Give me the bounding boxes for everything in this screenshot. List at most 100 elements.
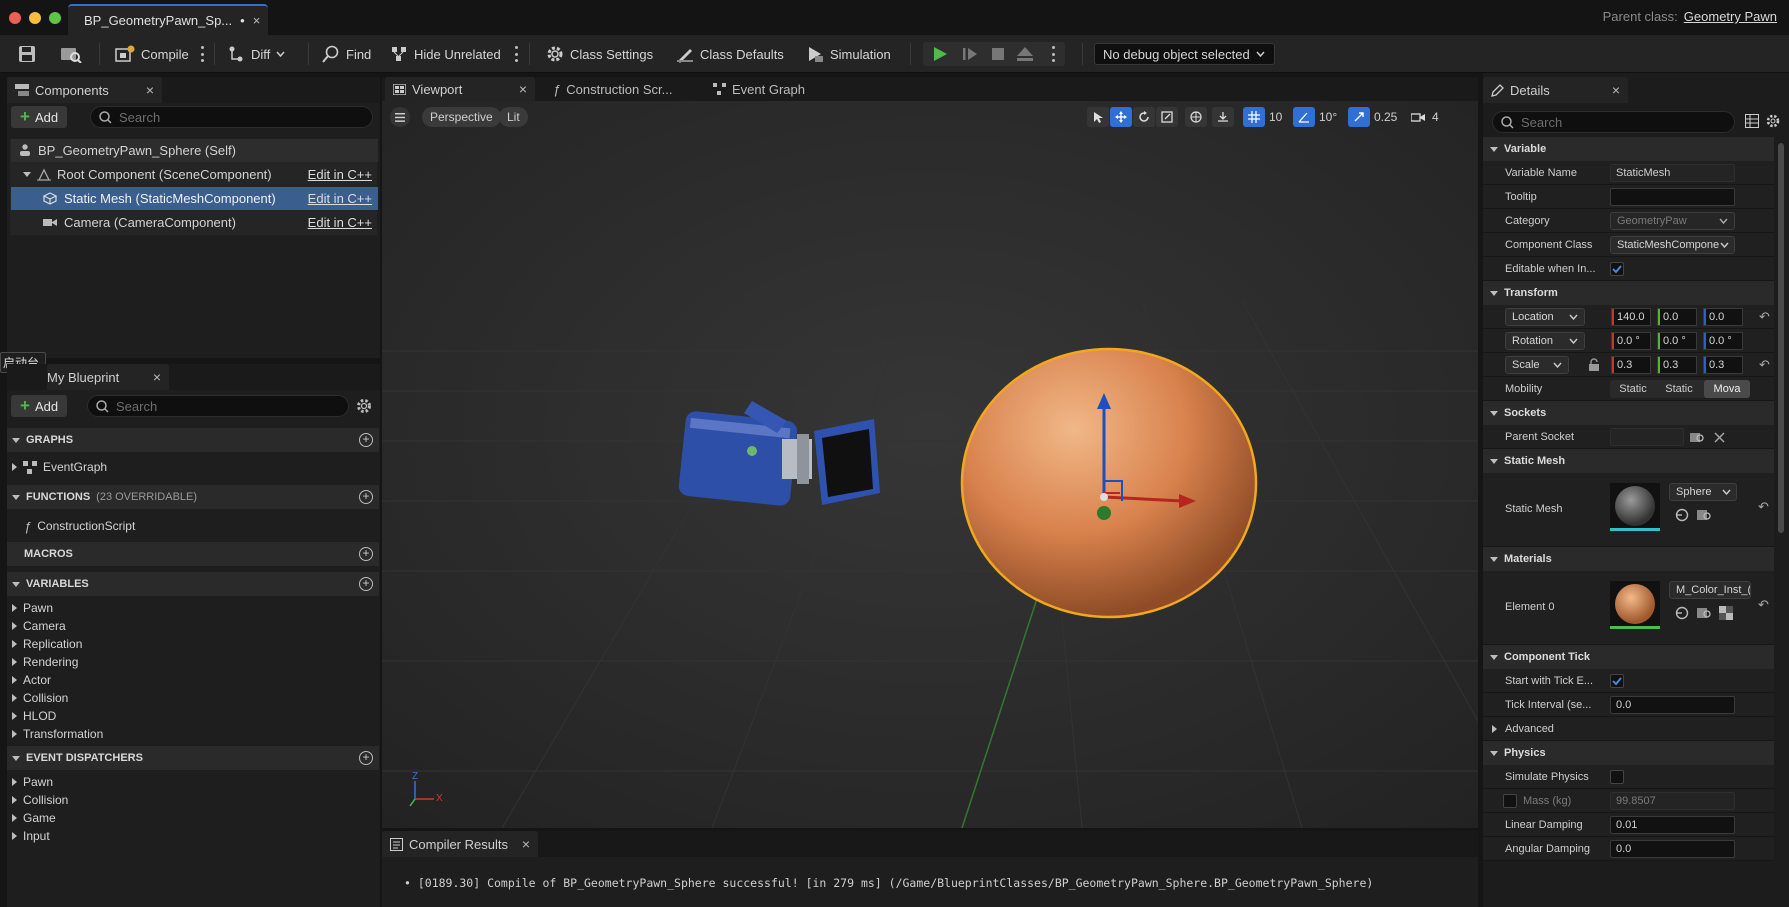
location-z-input[interactable]: 0.0	[1703, 308, 1743, 326]
scale-z-input[interactable]: 0.3	[1703, 356, 1743, 374]
add-macro-icon[interactable]: +	[359, 547, 373, 561]
static-mesh-thumbnail[interactable]	[1610, 483, 1660, 531]
function-item-constructionscript[interactable]: ƒ ConstructionScript	[24, 517, 135, 535]
close-icon[interactable]: ×	[519, 81, 527, 97]
advanced-row[interactable]: Advanced	[1483, 717, 1774, 741]
tab-my-blueprint[interactable]: My Blueprint ×	[47, 364, 169, 390]
reset-arrow-icon[interactable]: ↶	[1758, 597, 1769, 613]
dispatcher-category[interactable]: Input	[12, 827, 50, 845]
asset-tab[interactable]: BP_GeometryPawn_Sp... • ×	[68, 4, 268, 35]
class-defaults-button[interactable]: Class Defaults	[676, 42, 784, 66]
editable-checkbox[interactable]	[1610, 262, 1624, 276]
browse-button[interactable]	[60, 42, 82, 66]
maximize-window-button[interactable]	[49, 12, 61, 24]
macros-section-header[interactable]: MACROS +	[7, 542, 379, 566]
scale-x-input[interactable]: 0.3	[1611, 356, 1651, 374]
start-tick-checkbox[interactable]	[1610, 674, 1624, 688]
expand-arrow-icon[interactable]	[12, 463, 17, 471]
static-mesh-section-header[interactable]: Static Mesh	[1483, 449, 1774, 473]
close-icon[interactable]: ×	[146, 82, 154, 98]
variable-category[interactable]: Actor	[12, 671, 51, 689]
add-function-icon[interactable]: +	[359, 490, 373, 504]
checker-icon[interactable]	[1719, 606, 1733, 620]
scale-mode-dropdown[interactable]: Scale	[1505, 356, 1569, 374]
add-component-button[interactable]: + Add	[11, 106, 68, 128]
add-graph-icon[interactable]: +	[359, 433, 373, 447]
find-button[interactable]: Find	[322, 42, 371, 66]
component-self-row[interactable]: BP_GeometryPawn_Sphere (Self)	[11, 139, 378, 162]
linear-damping-input[interactable]: 0.01	[1610, 816, 1735, 834]
variable-category[interactable]: Pawn	[12, 599, 53, 617]
tab-construction-script[interactable]: ƒ Construction Scr...	[545, 77, 680, 101]
gear-icon[interactable]	[356, 398, 372, 414]
edit-in-cpp-link[interactable]: Edit in C++	[308, 215, 372, 230]
play-button[interactable]	[931, 42, 949, 66]
expand-arrow-icon[interactable]	[12, 694, 17, 702]
transform-section-header[interactable]: Transform	[1483, 281, 1774, 305]
physics-section-header[interactable]: Physics	[1483, 741, 1774, 765]
expand-arrow-icon[interactable]	[12, 622, 17, 630]
mass-input[interactable]: 99.8507	[1610, 792, 1735, 810]
variable-category[interactable]: Collision	[12, 689, 68, 707]
rotation-y-input[interactable]: 0.0 °	[1657, 332, 1697, 350]
reset-arrow-icon[interactable]: ↶	[1759, 309, 1770, 325]
material-dropdown[interactable]: M_Color_Inst_(	[1669, 581, 1751, 599]
add-member-button[interactable]: + Add	[11, 395, 68, 417]
expand-arrow-icon[interactable]	[12, 778, 17, 786]
translate-mode-button[interactable]	[1110, 107, 1132, 127]
select-mode-button[interactable]	[1087, 107, 1109, 127]
variable-section-header[interactable]: Variable	[1483, 137, 1774, 161]
reset-arrow-icon[interactable]: ↶	[1759, 357, 1770, 373]
category-dropdown[interactable]: GeometryPaw	[1610, 212, 1735, 230]
expand-arrow-icon[interactable]	[12, 604, 17, 612]
scale-y-input[interactable]: 0.3	[1657, 356, 1697, 374]
location-mode-dropdown[interactable]: Location	[1505, 308, 1585, 326]
gear-icon[interactable]	[1766, 114, 1780, 128]
simulation-button[interactable]: Simulation	[806, 42, 891, 66]
components-search-input[interactable]: Search	[90, 106, 373, 128]
expand-arrow-icon[interactable]	[12, 658, 17, 666]
stop-button[interactable]	[989, 42, 1007, 66]
dispatchers-section-header[interactable]: EVENT DISPATCHERS +	[7, 746, 379, 770]
variable-category[interactable]: Replication	[12, 635, 82, 653]
tab-event-graph[interactable]: Event Graph	[705, 77, 813, 101]
hide-unrelated-options-icon[interactable]	[514, 46, 518, 62]
variable-category[interactable]: Transformation	[12, 725, 103, 743]
eject-button[interactable]	[1016, 42, 1034, 66]
expand-arrow-icon[interactable]	[12, 640, 17, 648]
edit-in-cpp-link[interactable]: Edit in C++	[308, 191, 372, 206]
angular-damping-input[interactable]: 0.0	[1610, 840, 1735, 858]
mobility-movable-option[interactable]: Mova	[1704, 380, 1750, 398]
expand-arrow-icon[interactable]	[12, 676, 17, 684]
tick-section-header[interactable]: Component Tick	[1483, 645, 1774, 669]
browse-folder-icon[interactable]	[1690, 431, 1704, 443]
dispatcher-category[interactable]: Game	[12, 809, 56, 827]
dispatcher-category[interactable]: Pawn	[12, 773, 53, 791]
compile-button[interactable]: Compile	[115, 42, 189, 66]
compile-options-icon[interactable]	[200, 46, 204, 62]
variables-section-header[interactable]: VARIABLES +	[7, 572, 379, 596]
my-blueprint-search-input[interactable]: Search	[87, 395, 349, 417]
functions-section-header[interactable]: FUNCTIONS (23 OVERRIDABLE) +	[7, 485, 379, 509]
simulate-physics-checkbox[interactable]	[1610, 770, 1624, 784]
rotation-z-input[interactable]: 0.0 °	[1703, 332, 1743, 350]
minimize-window-button[interactable]	[29, 12, 41, 24]
static-mesh-dropdown[interactable]: Sphere	[1669, 483, 1737, 501]
save-button[interactable]	[18, 42, 36, 66]
scale-mode-button[interactable]	[1156, 107, 1178, 127]
variable-category[interactable]: Camera	[12, 617, 66, 635]
level-viewport[interactable]: Z X Perspective Lit 10 10° 0.25 4	[382, 101, 1478, 828]
add-variable-icon[interactable]: +	[359, 577, 373, 591]
variable-category[interactable]: Rendering	[12, 653, 78, 671]
dispatcher-category[interactable]: Collision	[12, 791, 68, 809]
diff-button[interactable]: Diff	[227, 42, 285, 66]
close-icon[interactable]: ×	[153, 369, 161, 385]
expand-arrow-icon[interactable]	[12, 730, 17, 738]
browse-folder-icon[interactable]	[1697, 606, 1711, 620]
location-x-input[interactable]: 140.0	[1611, 308, 1651, 326]
perspective-button[interactable]: Perspective	[422, 107, 501, 127]
tick-interval-input[interactable]: 0.0	[1610, 696, 1735, 714]
component-root-row[interactable]: Root Component (SceneComponent) Edit in …	[23, 163, 378, 186]
graph-item-eventgraph[interactable]: EventGraph	[12, 458, 107, 476]
tab-components[interactable]: Components ×	[7, 77, 162, 103]
